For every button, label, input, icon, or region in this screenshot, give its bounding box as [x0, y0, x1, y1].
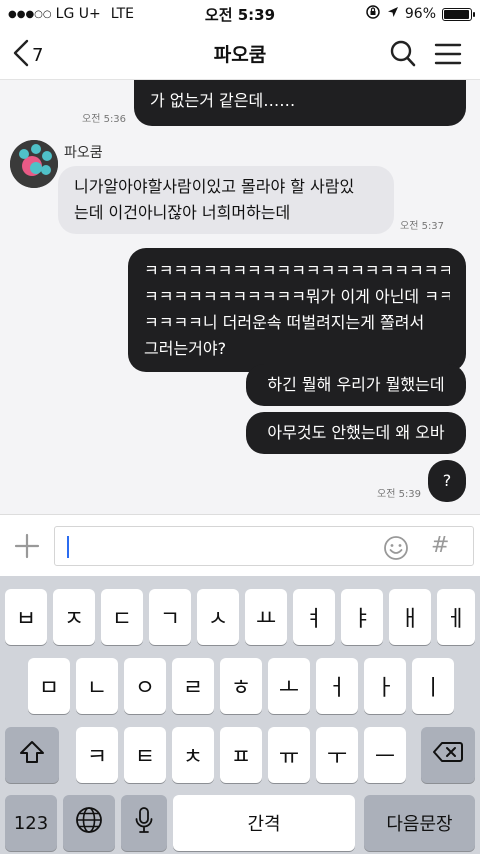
chevron-left-icon	[12, 38, 30, 73]
backspace-key[interactable]	[421, 727, 475, 783]
key[interactable]: ㅈ	[53, 589, 95, 645]
key[interactable]: ㄷ	[101, 589, 143, 645]
battery-icon	[442, 7, 475, 21]
rotation-lock-icon	[365, 4, 381, 24]
key[interactable]: ㅗ	[268, 658, 310, 714]
key[interactable]: ㅊ	[172, 727, 214, 783]
status-bar: ●●●○○ LG U+ LTE 오전 5:39 96%	[0, 0, 480, 28]
keyboard: ㅂ ㅈ ㄷ ㄱ ㅅ ㅛ ㅕ ㅑ ㅐ ㅔ ㅁ ㄴ ㅇ ㄹ ㅎ ㅗ ㅓ ㅏ ㅣ ㅋ …	[0, 576, 480, 854]
key[interactable]: ㅌ	[124, 727, 166, 783]
network-type: LTE	[110, 6, 134, 22]
text-cursor	[67, 536, 69, 558]
key[interactable]: ㅇ	[124, 658, 166, 714]
key[interactable]: ㅛ	[245, 589, 287, 645]
key[interactable]: ㅎ	[220, 658, 262, 714]
key[interactable]: ㅠ	[268, 727, 310, 783]
message-bubble[interactable]: 니가알아야할사람이있고 몰라야 할 사람있 는데 이건아니잖아 너희머하는데	[58, 166, 394, 234]
message-time: 오전 5:37	[400, 221, 445, 232]
search-icon[interactable]	[390, 40, 416, 72]
battery-level	[444, 9, 469, 19]
message-bubble[interactable]: ?	[428, 460, 466, 502]
key[interactable]: ㄴ	[76, 658, 118, 714]
unread-count: 7	[32, 45, 44, 66]
key[interactable]: ㅏ	[364, 658, 406, 714]
message-input-bar: #	[0, 514, 480, 576]
sender-name: 파오쿰	[64, 145, 103, 161]
key[interactable]: ㅜ	[316, 727, 358, 783]
message-bubble[interactable]: ㅋㅋㅋㅋㅋㅋㅋㅋㅋㅋㅋㅋㅋㅋㅋㅋㅋㅋㅋㅋㅋㅋ ㅋㅋㅋㅋㅋㅋㅋㅋㅋㅋㅋ뭐가 이게 …	[128, 248, 466, 372]
key[interactable]: ㅋ	[76, 727, 118, 783]
key[interactable]: ㅑ	[341, 589, 383, 645]
carrier-name: LG U+	[55, 6, 101, 22]
avatar[interactable]	[10, 140, 58, 188]
signal-strength: ●●●○○	[8, 8, 52, 20]
message-input[interactable]: #	[54, 526, 474, 566]
message-bubble[interactable]: 아무것도 안했는데 왜 오바	[246, 412, 466, 454]
microphone-icon	[134, 806, 154, 840]
key[interactable]: ㅐ	[389, 589, 431, 645]
key[interactable]: ㅡ	[364, 727, 406, 783]
key[interactable]: ㅔ	[437, 589, 475, 645]
back-button[interactable]: 7	[12, 38, 43, 73]
chat-messages[interactable]: 가 없는거 같은데…… 오전 5:36 파오쿰 니가알아야할사람이있고 몰라야 …	[0, 80, 480, 514]
message-bubble[interactable]: 하긴 뭘해 우리가 뭘했는데	[246, 364, 466, 406]
shift-key[interactable]	[5, 727, 59, 783]
key[interactable]: ㅍ	[220, 727, 262, 783]
battery-percent: 96%	[404, 6, 436, 22]
chat-header: 7 파오쿰	[0, 28, 480, 80]
globe-icon	[75, 806, 103, 840]
message-time: 오전 5:36	[82, 114, 127, 125]
return-key[interactable]: 다음문장	[364, 795, 475, 851]
hashtag-icon[interactable]: #	[431, 533, 449, 558]
space-key[interactable]: 간격	[173, 795, 355, 851]
location-icon	[387, 6, 399, 22]
backspace-icon	[433, 741, 463, 769]
key[interactable]: ㅂ	[5, 589, 47, 645]
key[interactable]: ㄱ	[149, 589, 191, 645]
globe-key[interactable]	[63, 795, 115, 851]
numbers-key[interactable]: 123	[5, 795, 57, 851]
key[interactable]: ㅓ	[316, 658, 358, 714]
key[interactable]: ㅅ	[197, 589, 239, 645]
emoji-icon[interactable]	[383, 535, 409, 565]
message-bubble[interactable]: 가 없는거 같은데……	[134, 80, 466, 126]
message-time: 오전 5:39	[377, 489, 422, 500]
key[interactable]: ㄹ	[172, 658, 214, 714]
key[interactable]: ㅁ	[28, 658, 70, 714]
plus-icon[interactable]	[14, 533, 40, 563]
dictation-key[interactable]	[121, 795, 167, 851]
key[interactable]: ㅕ	[293, 589, 335, 645]
menu-icon[interactable]	[434, 40, 462, 72]
key[interactable]: ㅣ	[412, 658, 454, 714]
shift-icon	[19, 740, 45, 770]
